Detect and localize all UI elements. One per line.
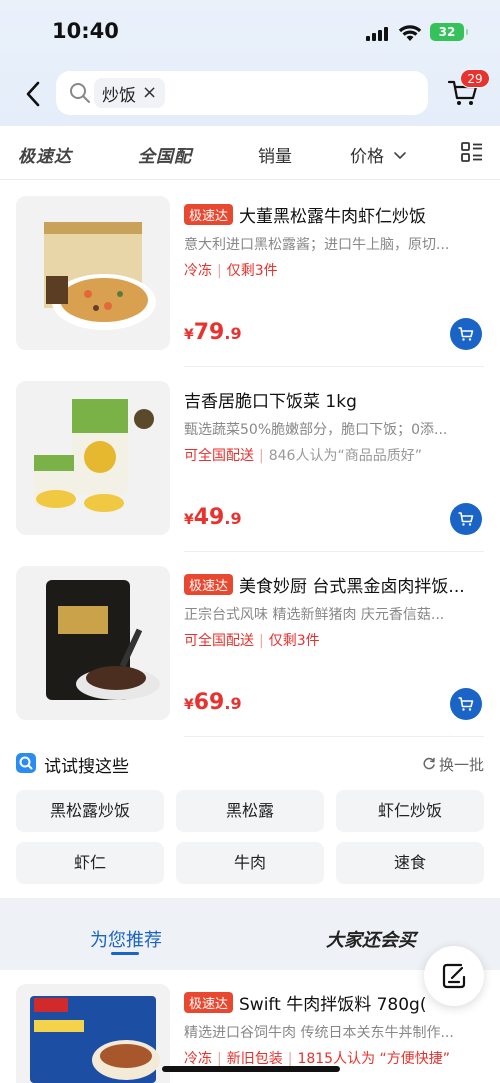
suggested-searches-header: 试试搜这些 换一批 [16,752,484,777]
filter-express[interactable]: 极速达 [18,142,72,167]
price-decimal: .9 [224,324,242,343]
meta-reviews-count: 846人认为 [268,448,338,464]
home-indicator [162,1066,340,1072]
layout-toggle-icon[interactable] [460,140,484,164]
product-image[interactable] [16,984,170,1083]
signal-icon [366,27,390,41]
product-meta: 冷冻 | 新旧包装 | 1815人认为 “方便快捷” [184,1051,451,1067]
cart-count-badge: 29 [460,69,490,88]
edit-note-icon [442,963,466,989]
suggestion-chip[interactable]: 虾仁炒饭 [336,790,484,832]
express-badge: 极速达 [184,204,234,225]
meta-storage: 冷冻 [184,1051,212,1067]
product-title[interactable]: 极速达 大董黑松露牛肉虾仁炒饭 [184,202,484,227]
product-title[interactable]: 极速达 美食妙厨 台式黑金卤肉拌饭... [184,572,484,597]
add-to-cart-button[interactable] [450,503,482,535]
price-currency: ¥ [184,512,194,528]
product-image[interactable] [16,566,170,720]
recommendation-tabs-bar [0,898,500,970]
meta-stock: 仅剩3件 [226,263,278,279]
filter-price-label: 价格 [350,147,384,167]
suggested-searches-title: 试试搜这些 [44,757,129,777]
cart-icon [458,327,474,341]
feedback-button[interactable] [424,946,484,1006]
search-keyword-chip[interactable]: 炒饭 × [94,78,166,108]
back-icon[interactable] [20,78,48,110]
product-meta: 冷冻 | 仅剩3件 [184,263,278,279]
product-description: 意大利进口黑松露酱；进口牛上脑，原切... [184,237,450,253]
filter-price[interactable]: 价格 [350,142,407,167]
refresh-label: 换一批 [438,756,484,774]
search-keyword: 炒饭 [102,85,136,106]
product-image[interactable] [16,381,170,535]
add-to-cart-button[interactable] [450,318,482,350]
product-card[interactable]: 极速达 美食妙厨 台式黑金卤肉拌饭... 正宗台式风味 精选新鲜猪肉 庆元香信菇.… [0,566,500,752]
product-card[interactable]: 极速达 大董黑松露牛肉虾仁炒饭 意大利进口黑松露酱；进口牛上脑，原切... 冷冻 |… [0,196,500,382]
product-description: 甄选蔬菜50%脆嫩部分，脆口下饭；0添... [184,422,448,438]
product-title-text: 大董黑松露牛肉虾仁炒饭 [239,207,427,227]
refresh-suggestions-button[interactable]: 换一批 [422,754,484,775]
price-integer: 49 [193,505,225,530]
status-time: 10:40 [52,19,119,43]
filter-nationwide[interactable]: 全国配 [138,142,192,167]
chevron-down-icon [394,152,407,160]
price-integer: 69 [193,690,225,715]
product-price: ¥79.9 [184,320,242,345]
product-meta: 可全国配送 | 846人认为“商品品质好” [184,448,422,464]
express-badge: 极速达 [184,992,234,1013]
suggestion-chip[interactable]: 虾仁 [16,842,164,884]
price-currency: ¥ [184,697,194,713]
tab-recommended[interactable]: 为您推荐 [90,926,162,952]
add-to-cart-button[interactable] [450,688,482,720]
battery-icon: 32 [430,23,468,41]
meta-review-quote: “商品品质好” [337,448,422,464]
meta-packaging: 新旧包装 [226,1051,283,1067]
refresh-icon [423,757,435,770]
price-currency: ¥ [184,327,194,343]
suggestion-search-icon [16,753,36,773]
filter-sales[interactable]: 销量 [258,142,292,167]
suggestion-chip[interactable]: 黑松露 [176,790,324,832]
price-decimal: .9 [224,509,242,528]
product-title-text: 美食妙厨 台式黑金卤肉拌饭... [239,577,465,597]
divider [184,551,484,552]
price-integer: 79 [193,320,225,345]
tab-others-also-bought[interactable]: 大家还会买 [326,926,416,952]
filter-bar: 极速达 全国配 销量 价格 [0,126,500,180]
product-title-text: Swift 牛肉拌饭料 780g( [239,995,427,1015]
divider [184,366,484,367]
search-icon [70,83,90,103]
product-title[interactable]: 吉香居脆口下饭菜 1kg [184,387,484,412]
product-meta: 可全国配送 | 仅剩3件 [184,633,320,649]
wifi-icon [398,25,422,41]
product-card[interactable]: 吉香居脆口下饭菜 1kg 甄选蔬菜50%脆嫩部分，脆口下饭；0添... 可全国配… [0,381,500,567]
cart-icon [458,512,474,526]
search-input[interactable]: 炒饭 × [56,71,428,115]
meta-reviews: 1815人认为 “方便快捷” [297,1051,451,1067]
suggestion-chip[interactable]: 速食 [336,842,484,884]
meta-shipping: 可全国配送 [184,448,254,464]
price-decimal: .9 [224,694,242,713]
meta-storage: 冷冻 [184,263,212,279]
product-image[interactable] [16,196,170,350]
express-badge: 极速达 [184,574,234,595]
close-icon[interactable]: × [142,84,157,102]
product-description: 正宗台式风味 精选新鲜猪肉 庆元香信菇... [184,607,445,623]
status-bar: 10:40 32 [0,0,500,60]
meta-shipping: 可全国配送 [184,633,254,649]
cart-icon [458,697,474,711]
divider [184,736,484,737]
product-description: 精选进口谷饲牛肉 传统日本关东牛丼制作... [184,1025,454,1041]
suggestion-chip[interactable]: 牛肉 [176,842,324,884]
product-price: ¥69.9 [184,690,242,715]
suggestion-chip[interactable]: 黑松露炒饭 [16,790,164,832]
product-price: ¥49.9 [184,505,242,530]
meta-stock: 仅剩3件 [268,633,320,649]
active-tab-indicator [111,952,139,955]
